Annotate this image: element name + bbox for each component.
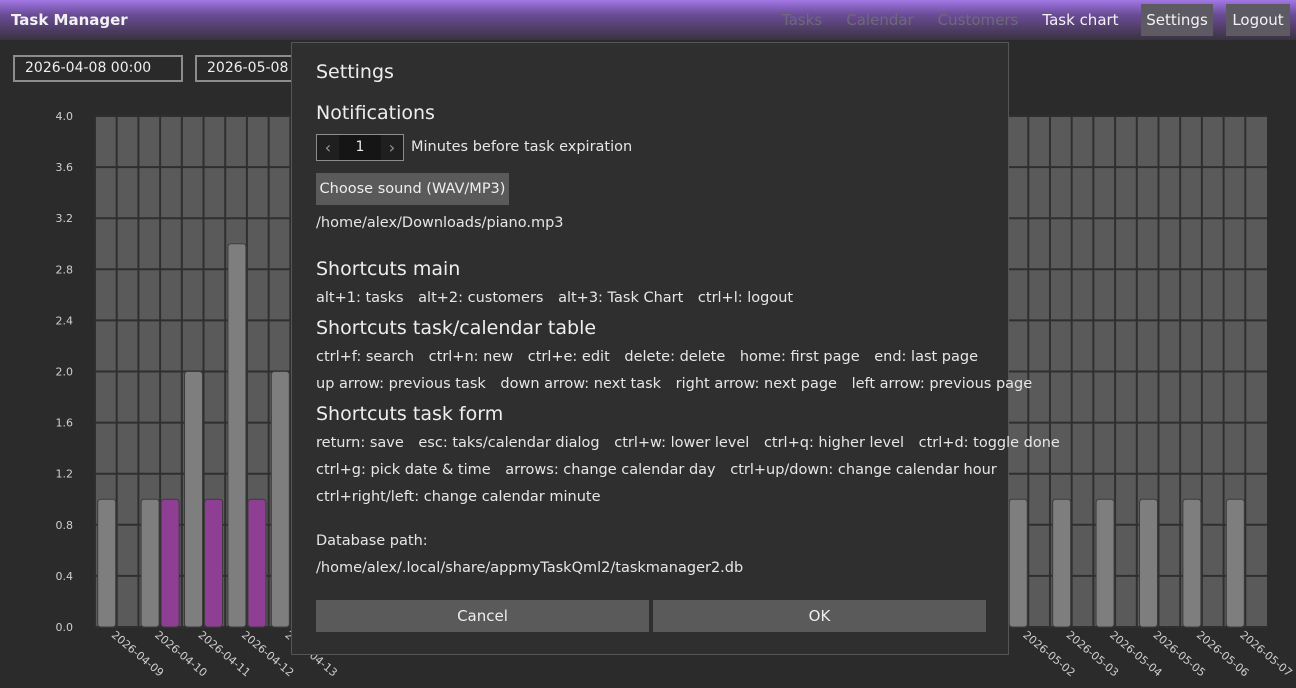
cancel-button[interactable]: Cancel: [316, 600, 649, 632]
shortcut-item: ctrl+up/down: change calendar hour: [730, 462, 997, 478]
y-tick-label: 2.0: [56, 366, 74, 379]
shortcut-item: alt+3: Task Chart: [558, 290, 684, 306]
bar-total: [270, 371, 290, 628]
shortcut-item: ctrl+right/left: change calendar minute: [316, 489, 601, 505]
shortcut-item: ctrl+w: lower level: [614, 435, 750, 451]
bar-done: [204, 498, 224, 628]
ok-button[interactable]: OK: [653, 600, 986, 632]
bar-total: [1095, 498, 1115, 628]
y-tick-label: 3.2: [56, 212, 74, 225]
shortcut-item: end: last page: [874, 349, 979, 365]
y-tick-label: 1.6: [56, 417, 74, 430]
bar-done: [160, 498, 180, 628]
bar-total: [140, 498, 160, 628]
y-tick-label: 0.8: [56, 519, 74, 532]
shortcut-item: delete: delete: [624, 349, 726, 365]
dialog-title: Settings: [316, 61, 394, 83]
shortcuts-main-line: alt+1: tasks alt+2: customers alt+3: Tas…: [316, 290, 803, 306]
shortcuts-form-line: ctrl+g: pick date & time arrows: change …: [316, 462, 1007, 478]
y-tick-label: 2.8: [56, 263, 74, 276]
shortcut-item: ctrl+d: toggle done: [918, 435, 1060, 451]
nav-task-chart[interactable]: Task chart: [1038, 4, 1123, 36]
shortcut-item: home: first page: [739, 349, 860, 365]
choose-sound-button[interactable]: Choose sound (WAV/MP3): [316, 173, 509, 205]
settings-dialog: Settings Notifications ‹ 1 › Minutes bef…: [291, 42, 1060, 655]
shortcut-item: arrows: change calendar day: [505, 462, 716, 478]
bar-total: [1052, 498, 1072, 628]
y-tick-label: 4.0: [56, 110, 74, 123]
notifications-heading: Notifications: [316, 102, 435, 124]
y-tick-label: 1.2: [56, 468, 74, 481]
bar-total: [97, 498, 117, 628]
minutes-label: Minutes before task expiration: [411, 139, 633, 155]
shortcut-item: ctrl+f: search: [316, 349, 415, 365]
shortcut-item: ctrl+q: higher level: [763, 435, 905, 451]
shortcut-item: ctrl+g: pick date & time: [316, 462, 491, 478]
y-tick-label: 2.4: [56, 314, 74, 327]
bar-total: [1225, 498, 1245, 628]
shortcut-item: return: save: [316, 435, 404, 451]
date-from-field[interactable]: 2026-04-08 00:00: [13, 55, 183, 82]
logout-button[interactable]: Logout: [1226, 4, 1290, 36]
bar-total: [1182, 498, 1202, 628]
shortcut-item: ctrl+e: edit: [527, 349, 610, 365]
app-title: Task Manager: [11, 11, 128, 29]
shortcut-item: ctrl+l: logout: [697, 290, 794, 306]
shortcut-item: alt+1: tasks: [316, 290, 404, 306]
settings-button[interactable]: Settings: [1141, 4, 1213, 36]
shortcuts-form-line: ctrl+right/left: change calendar minute: [316, 489, 611, 505]
shortcut-item: right arrow: next page: [675, 376, 837, 392]
y-tick-label: 0.4: [56, 570, 74, 583]
shortcut-item: up arrow: previous task: [316, 376, 486, 392]
shortcut-item: esc: taks/calendar dialog: [418, 435, 600, 451]
y-tick-label: 3.6: [56, 161, 74, 174]
bar-total: [184, 371, 204, 628]
shortcut-item: ctrl+n: new: [428, 349, 514, 365]
shortcuts-table-line: up arrow: previous task down arrow: next…: [316, 376, 1042, 392]
shortcut-item: left arrow: previous page: [851, 376, 1033, 392]
shortcut-item: down arrow: next task: [500, 376, 662, 392]
date-to-field[interactable]: 2026-05-08 2: [195, 55, 305, 82]
top-bar: Task Manager Tasks Calendar Customers Ta…: [0, 0, 1296, 40]
database-label: Database path:: [316, 533, 428, 549]
bar-done: [247, 498, 267, 628]
y-tick-label: 0.0: [56, 621, 74, 634]
minutes-spinbox[interactable]: ‹ 1 ›: [316, 134, 404, 161]
bar-total: [1138, 498, 1158, 628]
shortcuts-main-heading: Shortcuts main: [316, 258, 461, 280]
sound-path: /home/alex/Downloads/piano.mp3: [316, 215, 564, 231]
chevron-left-icon[interactable]: ‹: [317, 135, 339, 160]
database-path: /home/alex/.local/share/appmyTaskQml2/ta…: [316, 560, 744, 576]
bar-total: [1008, 498, 1028, 628]
nav-customers[interactable]: Customers: [935, 4, 1021, 36]
shortcuts-table-line: ctrl+f: search ctrl+n: new ctrl+e: edit …: [316, 349, 988, 365]
shortcuts-form-line: return: save esc: taks/calendar dialog c…: [316, 435, 1070, 451]
minutes-value[interactable]: 1: [339, 135, 381, 160]
shortcuts-form-heading: Shortcuts task form: [316, 403, 504, 425]
bar-total: [227, 243, 247, 628]
nav-calendar[interactable]: Calendar: [843, 4, 917, 36]
chevron-right-icon[interactable]: ›: [381, 135, 403, 160]
shortcuts-table-heading: Shortcuts task/calendar table: [316, 317, 597, 339]
nav-tasks[interactable]: Tasks: [772, 4, 832, 36]
shortcut-item: alt+2: customers: [418, 290, 544, 306]
